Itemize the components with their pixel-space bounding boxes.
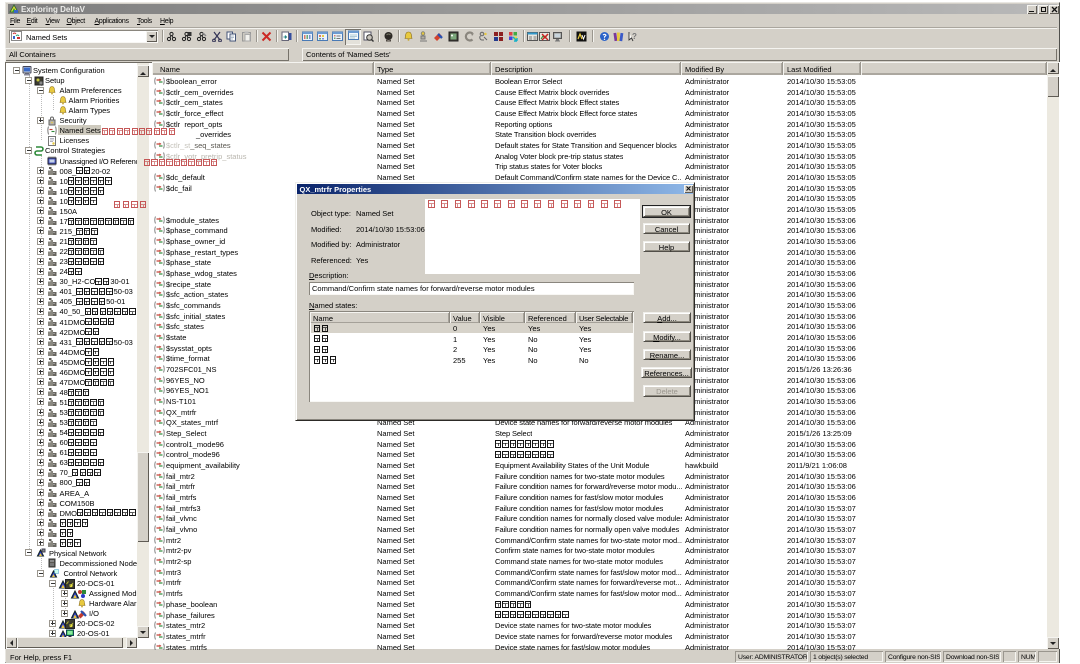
svg-text:?: ? (632, 32, 637, 41)
